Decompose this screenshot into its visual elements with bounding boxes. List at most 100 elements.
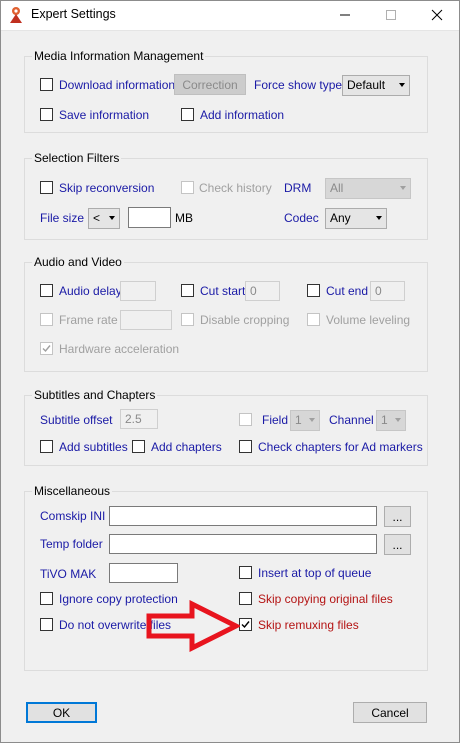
volume-leveling-label: Volume leveling — [326, 313, 411, 327]
audio-delay-checkbox[interactable] — [40, 284, 53, 297]
insert-top-checkbox[interactable] — [239, 566, 252, 579]
chevron-down-icon — [309, 418, 315, 422]
hardware-acceleration-label: Hardware acceleration — [59, 342, 180, 356]
check-history-checkbox[interactable] — [181, 181, 194, 194]
miscellaneous-group-title: Miscellaneous — [32, 484, 113, 498]
comskip-ini-input[interactable] — [109, 506, 377, 526]
field-dropdown[interactable]: 1 — [290, 410, 320, 431]
skip-copying-label[interactable]: Skip copying original files — [258, 592, 393, 606]
channel-dropdown[interactable]: 1 — [376, 410, 406, 431]
minimize-button[interactable] — [322, 0, 368, 30]
codec-value: Any — [330, 211, 351, 225]
frame-rate-input[interactable] — [120, 310, 172, 330]
force-show-type-label: Force show type — [254, 78, 343, 92]
field-value: 1 — [295, 413, 302, 427]
checkmark-icon — [42, 345, 51, 353]
cut-end-checkbox[interactable] — [307, 284, 320, 297]
media-info-group-title: Media Information Management — [32, 49, 206, 63]
subtitles-chapters-group — [24, 395, 428, 466]
file-size-input[interactable] — [128, 207, 171, 228]
check-chapters-label[interactable]: Check chapters for Ad markers — [258, 440, 423, 454]
add-chapters-label[interactable]: Add chapters — [151, 440, 222, 454]
disable-cropping-label: Disable cropping — [200, 313, 290, 327]
window-title: Expert Settings — [31, 7, 116, 21]
browse-label: ... — [392, 509, 403, 524]
ignore-copy-protection-checkbox[interactable] — [40, 592, 53, 605]
subtitle-offset-label: Subtitle offset — [40, 413, 113, 427]
tivo-mak-input[interactable] — [109, 563, 178, 583]
subtitles-chapters-group-title: Subtitles and Chapters — [32, 388, 158, 402]
cancel-button[interactable]: Cancel — [353, 702, 427, 723]
add-subtitles-checkbox[interactable] — [40, 440, 53, 453]
cut-start-label[interactable]: Cut start — [200, 284, 245, 298]
subtitle-offset-input[interactable]: 2.5 — [120, 409, 158, 429]
disable-cropping-checkbox[interactable] — [181, 313, 194, 326]
chevron-down-icon — [399, 83, 405, 87]
mb-unit-label: MB — [175, 211, 193, 225]
add-info-checkbox[interactable] — [181, 108, 194, 121]
maximize-button[interactable] — [368, 0, 414, 30]
tivo-mak-label: TiVO MAK — [40, 567, 97, 581]
audio-delay-input[interactable] — [120, 281, 156, 301]
close-icon — [431, 9, 443, 21]
ok-button-label: OK — [52, 705, 71, 720]
app-icon — [8, 6, 24, 24]
skip-remuxing-checkbox[interactable] — [239, 618, 252, 631]
file-size-label: File size — [40, 211, 85, 225]
skip-copying-checkbox[interactable] — [239, 592, 252, 605]
check-history-label: Check history — [199, 181, 272, 195]
drm-label: DRM — [284, 181, 312, 195]
channel-value: 1 — [381, 413, 388, 427]
drm-dropdown[interactable]: All — [325, 178, 411, 199]
correction-button-label: Correction — [182, 77, 238, 92]
codec-label: Codec — [284, 211, 319, 225]
chevron-down-icon — [395, 418, 401, 422]
codec-dropdown[interactable]: Any — [325, 208, 387, 229]
temp-folder-browse-button[interactable]: ... — [384, 534, 411, 555]
minimize-icon — [340, 14, 350, 16]
chevron-down-icon — [376, 216, 382, 220]
cut-start-input[interactable]: 0 — [245, 281, 280, 301]
checkmark-icon — [241, 621, 250, 629]
drm-value: All — [330, 181, 344, 195]
check-chapters-checkbox[interactable] — [239, 440, 252, 453]
insert-top-label[interactable]: Insert at top of queue — [258, 566, 371, 580]
comskip-ini-label: Comskip INI — [40, 509, 106, 523]
field-checkbox[interactable] — [239, 413, 252, 426]
temp-folder-input[interactable] — [109, 534, 377, 554]
cut-end-input[interactable]: 0 — [370, 281, 405, 301]
file-size-operator-value: < — [93, 211, 101, 225]
add-subtitles-label[interactable]: Add subtitles — [59, 440, 128, 454]
skip-reconversion-checkbox[interactable] — [40, 181, 53, 194]
comskip-ini-browse-button[interactable]: ... — [384, 506, 411, 527]
force-show-type-value: Default — [347, 78, 386, 92]
download-info-label[interactable]: Download information — [59, 78, 175, 92]
close-button[interactable] — [414, 0, 460, 30]
save-info-label[interactable]: Save information — [59, 108, 149, 122]
ok-button[interactable]: OK — [26, 702, 97, 723]
audio-delay-label[interactable]: Audio delay — [59, 284, 122, 298]
cancel-button-label: Cancel — [371, 705, 409, 720]
frame-rate-checkbox[interactable] — [40, 313, 53, 326]
add-chapters-checkbox[interactable] — [132, 440, 145, 453]
force-show-type-dropdown[interactable]: Default — [342, 75, 410, 96]
browse-label: ... — [392, 537, 403, 552]
correction-button[interactable]: Correction — [174, 74, 246, 95]
file-size-operator-dropdown[interactable]: < — [88, 208, 120, 229]
channel-label: Channel — [329, 413, 374, 427]
no-overwrite-checkbox[interactable] — [40, 618, 53, 631]
skip-remuxing-label[interactable]: Skip remuxing files — [258, 618, 359, 632]
temp-folder-label: Temp folder — [40, 537, 103, 551]
field-label: Field — [262, 413, 289, 427]
download-info-checkbox[interactable] — [40, 78, 53, 91]
chevron-down-icon — [400, 186, 406, 190]
cut-start-checkbox[interactable] — [181, 284, 194, 297]
hardware-acceleration-checkbox[interactable] — [40, 342, 53, 355]
cut-end-label[interactable]: Cut end — [326, 284, 368, 298]
selection-filters-group-title: Selection Filters — [32, 151, 122, 165]
add-info-label[interactable]: Add information — [200, 108, 284, 122]
volume-leveling-checkbox[interactable] — [307, 313, 320, 326]
skip-reconversion-label[interactable]: Skip reconversion — [59, 181, 154, 195]
save-info-checkbox[interactable] — [40, 108, 53, 121]
red-arrow-annotation — [146, 600, 240, 652]
